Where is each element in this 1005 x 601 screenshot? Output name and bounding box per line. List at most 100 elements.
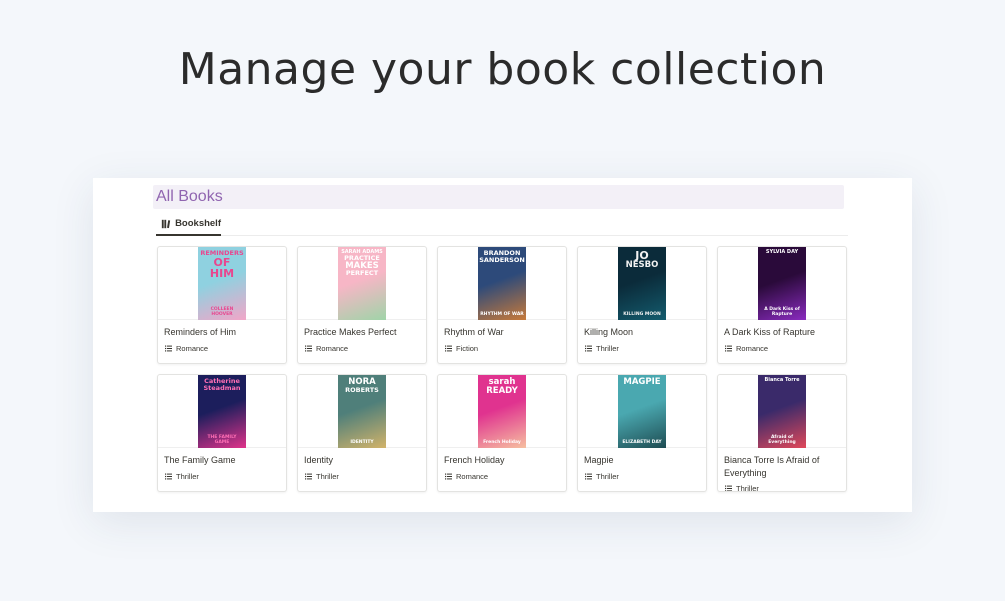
cover-line: HIM	[209, 266, 235, 280]
list-icon	[165, 345, 172, 352]
book-cover-image: BRANDON SANDERSON RHYTHM OF WAR	[478, 247, 526, 320]
cover-author: IDENTITY	[350, 439, 374, 445]
genre-value: Romance	[456, 472, 489, 481]
genre-value: Romance	[316, 344, 349, 353]
cover-line: SYLVIA DAY	[765, 249, 799, 255]
cover-line: PERFECT	[345, 269, 379, 277]
book-cover-image: Bianca Torre Afraid of Everything	[758, 375, 806, 448]
tab-bookshelf-label: Bookshelf	[175, 218, 221, 229]
genre-value: Thriller	[176, 472, 199, 481]
book-cover-image: Catherine Steadman THE FAMILY GAME	[198, 375, 246, 448]
book-cover-area: BRANDON SANDERSON RHYTHM OF WAR	[438, 247, 566, 320]
database-title[interactable]: All Books	[156, 188, 223, 206]
cover-title-lines: SARAH ADAMS PRACTICE MAKES PERFECT	[341, 250, 383, 277]
cover-line: MAGPIE	[623, 377, 661, 387]
book-cover-area: REMINDERS OF HIM COLLEEN HOOVER	[158, 247, 286, 320]
cover-line: SANDERSON	[479, 255, 525, 264]
genre-property: Thriller	[725, 484, 759, 492]
book-title: French Holiday	[444, 455, 505, 465]
book-title: Magpie	[584, 455, 614, 465]
book-cover-area: JO NESBO KILLING MOON	[578, 247, 706, 320]
book-title: Identity	[304, 455, 334, 465]
book-card[interactable]: REMINDERS OF HIM COLLEEN HOOVER Reminders of…	[157, 246, 287, 364]
book-cover-area: Catherine Steadman THE FAMILY GAME	[158, 375, 286, 448]
book-cover-area: SYLVIA DAY A Dark Kiss of Rapture	[718, 247, 846, 320]
cover-line: NESBO	[625, 260, 659, 270]
book-card[interactable]: Catherine Steadman THE FAMILY GAME The Fami…	[157, 374, 287, 492]
genre-value: Romance	[736, 344, 769, 353]
list-icon	[725, 345, 732, 352]
book-title: Bianca Torre Is Afraid of Everything	[724, 455, 820, 478]
cover-author: KILLING MOON	[623, 311, 661, 317]
book-cover-area: Bianca Torre Afraid of Everything	[718, 375, 846, 448]
book-card[interactable]: MAGPIE ELIZABETH DAY Magpie Thriller	[577, 374, 707, 492]
book-cover-area: MAGPIE ELIZABETH DAY	[578, 375, 706, 448]
gallery-book-icon	[161, 219, 171, 228]
book-cover-image: SARAH ADAMS PRACTICE MAKES PERFECT	[338, 247, 386, 320]
book-card[interactable]: SARAH ADAMS PRACTICE MAKES PERFECT Practice …	[297, 246, 427, 364]
cover-author: Afraid of Everything	[768, 435, 796, 445]
book-cover-area: NORA ROBERTS IDENTITY	[298, 375, 426, 448]
cover-author: A Dark Kiss of Rapture	[764, 307, 800, 317]
cover-line: READY	[486, 385, 518, 396]
cover-author: COLLEEN HOOVER	[210, 307, 234, 317]
book-card[interactable]: NORA ROBERTS IDENTITY Identity Thriller	[297, 374, 427, 492]
book-cover-image: sarah READY French Holiday	[478, 375, 526, 448]
genre-value: Romance	[176, 344, 209, 353]
book-card[interactable]: sarah READY French Holiday French Holiday Ro…	[437, 374, 567, 492]
book-cover-image: MAGPIE ELIZABETH DAY	[618, 375, 666, 448]
genre-property: Romance	[725, 344, 768, 353]
genre-value: Thriller	[316, 472, 339, 481]
book-gallery: REMINDERS OF HIM COLLEEN HOOVER Reminders of…	[157, 246, 849, 492]
book-title: A Dark Kiss of Rapture	[724, 327, 816, 337]
cover-author: THE FAMILY GAME	[207, 435, 237, 445]
book-title: Killing Moon	[584, 327, 634, 337]
cover-title-lines: MAGPIE	[623, 378, 660, 387]
list-icon	[585, 345, 592, 352]
cover-author: ELIZABETH DAY	[622, 439, 662, 445]
list-icon	[305, 345, 312, 352]
cover-line: OF	[213, 255, 231, 269]
book-cover-image: REMINDERS OF HIM COLLEEN HOOVER	[198, 247, 246, 320]
list-icon	[445, 473, 452, 480]
genre-property: Thriller	[585, 472, 619, 481]
book-cover-area: sarah READY French Holiday	[438, 375, 566, 448]
cover-title-lines: Bianca Torre	[764, 378, 799, 383]
cover-title-lines: Catherine Steadman	[203, 378, 240, 391]
genre-value: Thriller	[596, 344, 619, 353]
list-icon	[165, 473, 172, 480]
genre-value: Fiction	[456, 344, 479, 353]
genre-property: Thriller	[165, 472, 199, 481]
genre-property: Fiction	[445, 344, 478, 353]
cover-title-lines: NORA ROBERTS	[345, 378, 379, 393]
book-title: The Family Game	[164, 455, 236, 465]
cover-title-lines: JO NESBO	[626, 250, 659, 270]
database-title-bar[interactable]: All Books	[153, 185, 844, 209]
book-card[interactable]: JO NESBO KILLING MOON Killing Moon Thriller	[577, 246, 707, 364]
cover-author: RHYTHM OF WAR	[480, 311, 524, 317]
notion-database-panel: All Books Bookshelf REMINDERS OF HIM COLLEE…	[93, 178, 912, 512]
cover-line: Steadman	[203, 383, 241, 392]
list-icon	[585, 473, 592, 480]
book-title: Rhythm of War	[444, 327, 504, 337]
genre-value: Thriller	[596, 472, 619, 481]
book-cover-image: SYLVIA DAY A Dark Kiss of Rapture	[758, 247, 806, 320]
cover-title-lines: sarah READY	[486, 378, 518, 395]
book-card[interactable]: Bianca Torre Afraid of Everything Bianca T…	[717, 374, 847, 492]
list-icon	[445, 345, 452, 352]
genre-property: Romance	[445, 472, 488, 481]
genre-property: Thriller	[585, 344, 619, 353]
cover-title-lines: REMINDERS OF HIM	[200, 250, 243, 279]
book-cover-image: JO NESBO KILLING MOON	[618, 247, 666, 320]
cover-line: ROBERTS	[345, 385, 379, 394]
genre-property: Romance	[165, 344, 208, 353]
view-tabs: Bookshelf	[156, 213, 848, 236]
list-icon	[725, 485, 732, 491]
cover-line: Bianca Torre	[764, 377, 800, 383]
book-card[interactable]: BRANDON SANDERSON RHYTHM OF WAR Rhythm of W…	[437, 246, 567, 364]
book-title: Practice Makes Perfect	[304, 327, 397, 337]
book-card[interactable]: SYLVIA DAY A Dark Kiss of Rapture A Dark K…	[717, 246, 847, 364]
tab-bookshelf[interactable]: Bookshelf	[156, 213, 221, 236]
book-cover-area: SARAH ADAMS PRACTICE MAKES PERFECT	[298, 247, 426, 320]
genre-value: Thriller	[736, 484, 759, 492]
